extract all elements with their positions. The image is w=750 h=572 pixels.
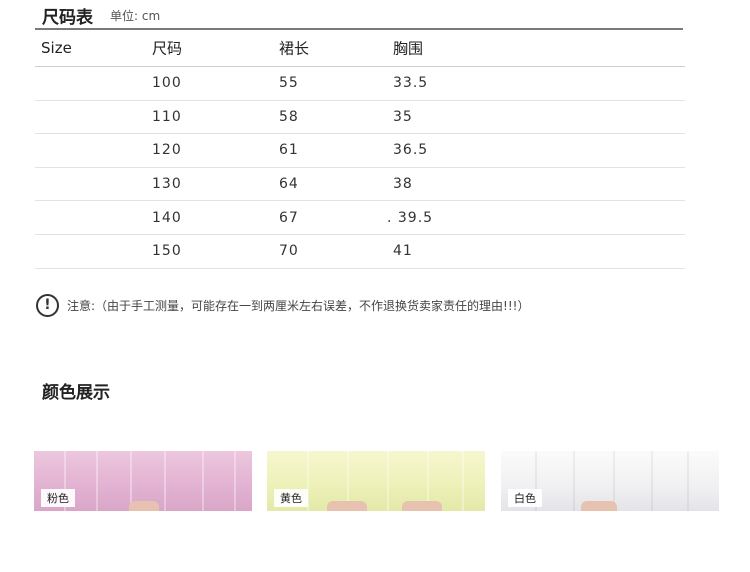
cell-chest: 41: [393, 243, 413, 260]
cell-length: 55: [279, 75, 299, 92]
cell-size: 130: [152, 176, 182, 193]
cell-chest: . 39.5: [387, 209, 434, 226]
cell-size: 100: [152, 75, 182, 92]
table-row: 110 58 35: [35, 101, 685, 135]
header-size-cn: 尺码: [152, 39, 183, 58]
note-text: 注意:（由于手工测量，可能存在一到两厘米左右误差，不作退换货卖家责任的理由!!!…: [67, 298, 530, 313]
exclamation-circle-icon: !: [36, 293, 59, 317]
header-chest: 胸围: [393, 39, 424, 58]
table-header-row: Size 尺码 裙长 胸围: [35, 30, 685, 67]
cell-chest: 36.5: [393, 142, 429, 159]
measurement-note: ! 注意:（由于手工测量，可能存在一到两厘米左右误差，不作退换货卖家责任的理由!…: [36, 293, 529, 317]
cell-length: 58: [279, 108, 299, 125]
cell-chest: 38: [393, 176, 413, 193]
cell-length: 67: [279, 209, 299, 226]
swatch-label: 白色: [508, 489, 542, 507]
swatch-label: 粉色: [41, 489, 75, 507]
color-section-title: 颜色展示: [42, 383, 110, 403]
color-swatch-yellow[interactable]: 黄色: [267, 451, 485, 511]
table-row: 130 64 38: [35, 168, 685, 202]
cell-length: 70: [279, 243, 299, 260]
cell-length: 61: [279, 142, 299, 159]
cell-chest: 35: [393, 108, 413, 125]
cell-size: 120: [152, 142, 182, 159]
swatch-label: 黄色: [274, 489, 308, 507]
table-row: 140 67 . 39.5: [35, 201, 685, 235]
cell-size: 110: [152, 108, 182, 125]
unit-label: 单位: cm: [110, 9, 161, 23]
cell-size: 150: [152, 243, 182, 260]
cell-size: 140: [152, 209, 182, 226]
cell-length: 64: [279, 176, 299, 193]
table-row: 150 70 41: [35, 235, 685, 269]
size-table: Size 尺码 裙长 胸围 100 55 33.5 110 58 35 120 …: [35, 30, 685, 269]
color-swatch-pink[interactable]: 粉色: [34, 451, 252, 511]
color-swatch-white[interactable]: 白色: [501, 451, 719, 511]
table-row: 120 61 36.5: [35, 134, 685, 168]
size-chart-title: 尺码表: [42, 8, 93, 28]
cell-chest: 33.5: [393, 75, 429, 92]
table-row: 100 55 33.5: [35, 67, 685, 101]
header-size: Size: [41, 39, 72, 57]
header-length: 裙长: [279, 39, 310, 58]
